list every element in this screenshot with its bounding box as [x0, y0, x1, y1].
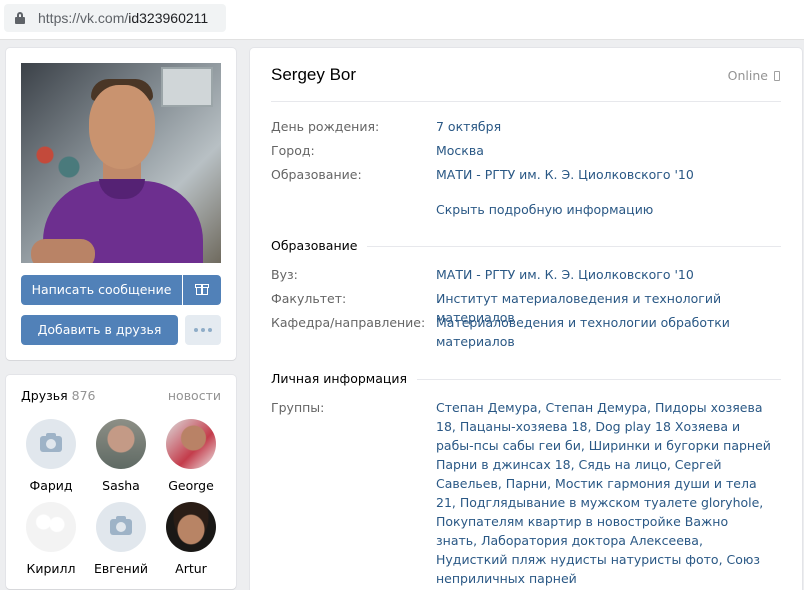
friend-item[interactable]: George	[156, 419, 226, 493]
friends-news-link[interactable]: новости	[168, 388, 221, 403]
gift-button[interactable]	[183, 275, 221, 305]
info-label: Кафедра/направление:	[271, 315, 426, 330]
camera-icon	[40, 433, 62, 452]
url-text[interactable]: https://vk.com/id323960211	[38, 10, 208, 26]
profile-photo[interactable]	[21, 63, 221, 263]
friend-item[interactable]: Евгений	[86, 502, 156, 576]
profile-name: Sergey Bor	[271, 65, 357, 84]
friend-avatar	[96, 502, 146, 552]
add-friend-button[interactable]: Добавить в друзья	[21, 315, 178, 345]
friend-item[interactable]: Artur	[156, 502, 226, 576]
profile-info-card: Sergey Bor Online День рождения: 7 октяб…	[250, 48, 802, 590]
friends-title: Друзья	[21, 388, 68, 403]
info-label: Вуз:	[271, 267, 298, 282]
more-dots-icon	[194, 328, 212, 332]
section-title: Личная информация	[271, 371, 418, 386]
url-path: id323960211	[128, 10, 209, 26]
section-title: Образование	[271, 238, 368, 253]
friend-avatar	[26, 419, 76, 469]
info-label: Факультет:	[271, 291, 347, 306]
camera-icon	[110, 516, 132, 535]
friends-header[interactable]: Друзья 876	[21, 388, 96, 403]
url-field[interactable]: https://vk.com/id323960211	[4, 4, 226, 32]
online-status: Online	[728, 68, 780, 83]
info-label: Город:	[271, 143, 315, 158]
university-link[interactable]: МАТИ - РГТУ им. К. Э. Циолковского '10	[436, 265, 781, 284]
friend-name: Фарид	[29, 478, 73, 493]
header-divider	[271, 101, 781, 102]
friend-avatar	[166, 419, 216, 469]
url-host: https://vk.com/	[38, 10, 129, 26]
left-column: Написать сообщение Добавить в друзья Дру…	[6, 48, 236, 589]
friend-name: George	[168, 478, 214, 493]
message-button-row: Написать сообщение	[21, 275, 221, 305]
personal-section-header: Личная информация	[271, 371, 781, 387]
friend-name: Кирилл	[26, 561, 76, 576]
department-link[interactable]: Материаловедения и технологии обработки …	[436, 313, 756, 351]
groups-links[interactable]: Степан Демура, Степан Демура, Пидоры хоз…	[436, 398, 771, 588]
lock-icon	[15, 12, 25, 24]
more-actions-button[interactable]	[185, 315, 221, 345]
friends-block: Друзья 876 новости Фарид Sasha George Кир…	[6, 375, 236, 589]
friend-item[interactable]: Фарид	[16, 419, 86, 493]
birthday-link[interactable]: 7 октября	[436, 117, 781, 136]
online-status-text: Online	[727, 68, 768, 83]
education-link[interactable]: МАТИ - РГТУ им. К. Э. Циолковского '10	[436, 165, 781, 184]
info-label: Образование:	[271, 167, 362, 182]
hide-details-link[interactable]: Скрыть подробную информацию	[436, 202, 653, 217]
friend-avatar	[26, 502, 76, 552]
gift-icon	[195, 283, 209, 295]
profile-photo-card: Написать сообщение Добавить в друзья	[6, 48, 236, 360]
city-link[interactable]: Москва	[436, 141, 781, 160]
info-label: День рождения:	[271, 119, 380, 134]
add-friend-button-row: Добавить в друзья	[21, 315, 221, 345]
send-message-button[interactable]: Написать сообщение	[21, 275, 182, 305]
friend-name: Artur	[175, 561, 207, 576]
friend-name: Sasha	[102, 478, 140, 493]
education-section-header: Образование	[271, 238, 781, 254]
friend-item[interactable]: Sasha	[86, 419, 156, 493]
friend-item[interactable]: Кирилл	[16, 502, 86, 576]
friends-count: 876	[71, 388, 96, 403]
info-label: Группы:	[271, 400, 325, 415]
friend-avatar	[166, 502, 216, 552]
friend-avatar	[96, 419, 146, 469]
mobile-phone-icon	[774, 71, 780, 81]
browser-address-bar: https://vk.com/id323960211	[0, 0, 804, 40]
friend-name: Евгений	[94, 561, 148, 576]
